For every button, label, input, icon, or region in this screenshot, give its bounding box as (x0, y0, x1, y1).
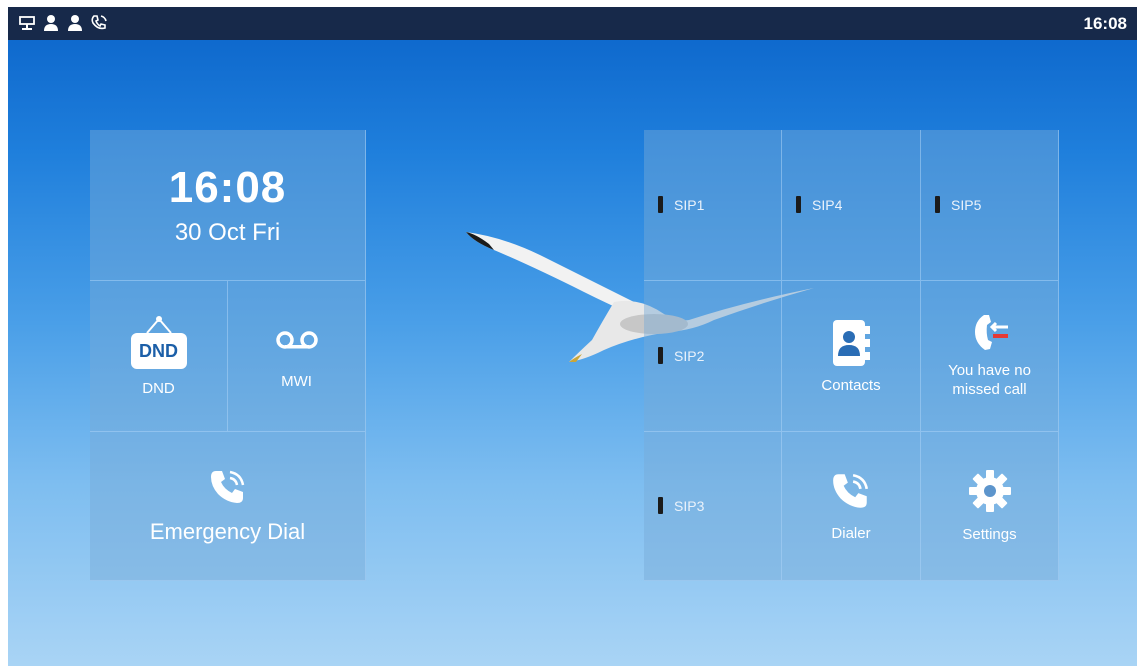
missed-call-text: You have no missed call (948, 361, 1031, 399)
settings-tile[interactable]: Settings (921, 432, 1059, 581)
sip-line-3-tile[interactable]: SIP3 (644, 432, 782, 581)
mwi-label: MWI (281, 372, 312, 390)
account-icon (66, 14, 84, 37)
status-bar: 16:08 (8, 7, 1137, 40)
network-icon (18, 14, 36, 37)
emergency-dial-label: Emergency Dial (149, 519, 306, 544)
contacts-label: Contacts (821, 376, 881, 394)
contacts-book-icon (833, 319, 870, 366)
sip-line-1-tile[interactable]: SIP1 (644, 130, 782, 281)
sip-line-5-tile[interactable]: SIP5 (921, 130, 1059, 281)
line-status-indicator (658, 497, 663, 514)
missed-calls-tile[interactable]: You have no missed call (921, 281, 1059, 432)
sip-line-4-tile[interactable]: SIP4 (782, 130, 921, 281)
clock-widget: 16:08 30 Oct Fri (90, 130, 366, 281)
phone-call-icon (210, 470, 244, 503)
gear-icon (968, 469, 1011, 512)
dialer-phone-icon (833, 473, 869, 508)
sip-line-label: SIP3 (674, 497, 705, 514)
settings-label: Settings (962, 525, 1017, 543)
clock-time: 16:08 (168, 163, 287, 212)
dnd-badge-text: DND (139, 340, 178, 361)
sip-line-label: SIP1 (674, 196, 705, 213)
line-status-indicator (658, 196, 663, 213)
sip-line-label: SIP2 (674, 347, 705, 364)
call-forward-icon (90, 14, 108, 37)
emergency-dial-tile[interactable]: Emergency Dial (90, 432, 366, 581)
line-status-indicator (935, 196, 940, 213)
dnd-tile[interactable]: DND DND (90, 281, 228, 432)
home-screen: 16:08 16:08 30 Oct Fri DND DND MWI Emerg… (8, 7, 1137, 666)
sip-line-2-tile[interactable]: SIP2 (644, 281, 782, 432)
sip-line-label: SIP5 (951, 196, 982, 213)
sip-line-label: SIP4 (812, 196, 843, 213)
voicemail-icon (275, 330, 318, 349)
status-time: 16:08 (1083, 14, 1127, 33)
contacts-tile[interactable]: Contacts (782, 281, 921, 432)
line-status-indicator (658, 347, 663, 364)
dialer-tile[interactable]: Dialer (782, 432, 921, 581)
dnd-sign-icon: DND (127, 315, 191, 371)
mwi-tile[interactable]: MWI (228, 281, 366, 432)
account-icon (42, 14, 60, 37)
missed-call-line-1: You have no (948, 362, 1031, 379)
missed-call-icon (974, 315, 1008, 350)
clock-date: 30 Oct Fri (174, 219, 281, 246)
dialer-label: Dialer (831, 524, 871, 542)
line-status-indicator (796, 196, 801, 213)
dnd-label: DND (142, 379, 175, 397)
missed-call-line-2: missed call (952, 381, 1027, 398)
